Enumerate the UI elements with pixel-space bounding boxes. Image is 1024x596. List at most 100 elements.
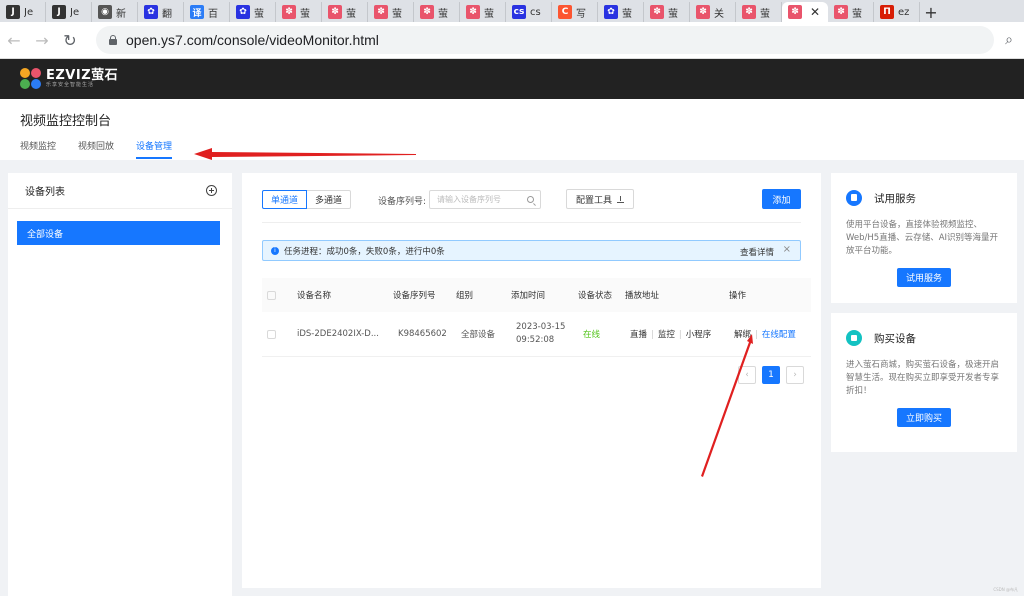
- tab-title: 新: [116, 8, 126, 20]
- browser-tab[interactable]: ✽ 关: [690, 2, 736, 22]
- tab-favicon-icon: ✽: [328, 5, 342, 19]
- browser-tab[interactable]: ✽ 萤: [276, 2, 322, 22]
- ezviz-logo[interactable]: EZVIZ萤石 乐享安全智能生活: [20, 68, 118, 90]
- forward-icon[interactable]: →: [28, 31, 56, 50]
- browser-tab[interactable]: ✽ 萤: [414, 2, 460, 22]
- back-icon[interactable]: ←: [0, 31, 28, 50]
- config-tool-button[interactable]: 配置工具: [566, 189, 634, 209]
- play-address-links: 直播 | 监控 | 小程序: [630, 330, 712, 340]
- browser-tab[interactable]: ✿ 翻: [138, 2, 184, 22]
- serial-placeholder: 请输入设备序列号: [437, 195, 501, 204]
- browser-tab[interactable]: ◉ 新: [92, 2, 138, 22]
- online-config-link[interactable]: 在线配置: [762, 330, 796, 340]
- monitor-link[interactable]: 监控: [658, 330, 675, 340]
- browser-tab[interactable]: Пez: [874, 2, 920, 22]
- browser-tab[interactable]: ✽ 萤: [736, 2, 782, 22]
- table-row: iDS-2DE2402IX-D... K98465602 全部设备 2023-0…: [262, 312, 811, 357]
- alert-text: 任务进程：成功0条，失败0条，进行中0条: [284, 246, 445, 257]
- browser-tab[interactable]: C写: [552, 2, 598, 22]
- tab-video-playback[interactable]: 视频回放: [78, 139, 114, 159]
- tab-title: 萤: [438, 8, 448, 20]
- buy-now-button[interactable]: 立即购买: [897, 408, 951, 427]
- add-group-icon[interactable]: [206, 185, 217, 196]
- tab-favicon-icon: ✽: [834, 5, 848, 19]
- brand-slogan: 乐享安全智能生活: [46, 81, 95, 88]
- url-field[interactable]: open.ys7.com/console/videoMonitor.html: [96, 26, 994, 54]
- pagination: ‹ 1 ›: [732, 366, 804, 384]
- device-name: iDS-2DE2402IX-D...: [297, 329, 379, 339]
- tab-title: 关: [714, 8, 724, 20]
- tab-device-management[interactable]: 设备管理: [136, 139, 173, 159]
- col-play-address: 播放地址: [625, 291, 660, 301]
- device-management-panel: 单通道 多通道 设备序列号: 请输入设备序列号 配置工具 添加 i 任务进程：成…: [242, 173, 821, 588]
- tab-title: 百: [208, 8, 218, 20]
- browser-tab[interactable]: ✿ 萤: [230, 2, 276, 22]
- browser-tab[interactable]: ✽ 萤: [368, 2, 414, 22]
- watermark: CSDN @布凡: [993, 587, 1018, 592]
- unbind-link[interactable]: 解绑: [734, 330, 751, 340]
- reload-icon[interactable]: ↻: [56, 31, 84, 50]
- device-added-time: 2023-03-15 09:52:08: [516, 321, 583, 347]
- serial-label: 设备序列号:: [378, 197, 427, 207]
- multi-channel-button[interactable]: 多通道: [307, 190, 352, 209]
- tab-title: 翻: [162, 8, 172, 20]
- browser-tab[interactable]: J Je: [46, 2, 92, 22]
- browser-tab[interactable]: ✽ 萤: [322, 2, 368, 22]
- tab-favicon-icon: cs: [512, 5, 526, 19]
- browser-tab[interactable]: ✽ 萤: [644, 2, 690, 22]
- view-details-link[interactable]: 查看详情: [740, 246, 774, 258]
- divider: [262, 222, 801, 223]
- search-icon[interactable]: [527, 196, 534, 203]
- tab-title: 萤: [392, 8, 402, 20]
- tab-favicon-icon: ✽: [374, 5, 388, 19]
- browser-tab[interactable]: ✿ 萤: [598, 2, 644, 22]
- page-1-button[interactable]: 1: [762, 366, 780, 384]
- mini-program-link[interactable]: 小程序: [686, 330, 712, 340]
- channel-toggle: 单通道 多通道: [262, 190, 352, 209]
- tab-title: 写: [576, 8, 586, 20]
- device-list-title: 设备列表: [25, 187, 65, 198]
- trial-service-card: 试用服务 使用平台设备，直接体验视频监控、Web/H5直播、云存储、AI识别等海…: [831, 173, 1017, 303]
- browser-tab[interactable]: ✽ 萤: [460, 2, 506, 22]
- tab-title: 萤: [346, 8, 356, 20]
- buy-device-desc: 进入萤石商城，购买萤石设备，极速开启智慧生活。现在购买立即享受开发者专享折扣！: [846, 360, 1000, 396]
- col-added-time: 添加时间: [511, 291, 546, 301]
- browser-tab[interactable]: 译百: [184, 2, 230, 22]
- single-channel-button[interactable]: 单通道: [262, 190, 308, 209]
- col-device-name: 设备名称: [297, 291, 332, 301]
- col-serial: 设备序列号: [393, 291, 436, 301]
- task-progress-alert: i 任务进程：成功0条，失败0条，进行中0条 查看详情 ×: [262, 240, 801, 261]
- browser-tab[interactable]: ✽ 萤: [828, 2, 874, 22]
- trial-service-icon: [846, 190, 862, 206]
- browser-tab[interactable]: cs cs: [506, 2, 552, 22]
- row-checkbox[interactable]: [267, 329, 276, 339]
- address-bar: ← → ↻ open.ys7.com/console/videoMonitor.…: [0, 22, 1024, 59]
- tab-favicon-icon: ✿: [604, 5, 618, 19]
- tab-favicon-icon: J: [6, 5, 20, 19]
- all-devices-item[interactable]: 全部设备: [17, 221, 220, 245]
- zoom-icon[interactable]: ⌕: [994, 32, 1024, 48]
- tab-close-icon[interactable]: ✕: [810, 5, 820, 19]
- tab-title: cs: [530, 6, 541, 18]
- prev-page-button[interactable]: ‹: [738, 366, 756, 384]
- new-tab-button[interactable]: +: [920, 2, 942, 22]
- tab-favicon-icon: ✽: [696, 5, 710, 19]
- tab-favicon-icon: ◉: [98, 5, 112, 19]
- url-text: open.ys7.com/console/videoMonitor.html: [126, 32, 379, 48]
- browser-tab[interactable]: J Je: [0, 2, 46, 22]
- tab-video-monitor[interactable]: 视频监控: [20, 139, 56, 159]
- next-page-button[interactable]: ›: [786, 366, 804, 384]
- tab-title: 萤: [852, 8, 862, 20]
- lock-icon: [108, 35, 118, 45]
- tab-favicon-icon: ✿: [144, 5, 158, 19]
- live-link[interactable]: 直播: [630, 330, 647, 340]
- tab-favicon-icon: ✽: [466, 5, 480, 19]
- tab-favicon-icon: C: [558, 5, 572, 19]
- added-date: 2023-03-15: [516, 322, 566, 332]
- browser-tab-active[interactable]: ✽ ✕: [782, 2, 828, 22]
- serial-search-input[interactable]: 请输入设备序列号: [429, 190, 541, 209]
- trial-service-button[interactable]: 试用服务: [897, 268, 951, 287]
- add-device-button[interactable]: 添加: [762, 189, 801, 209]
- close-icon[interactable]: ×: [783, 244, 791, 255]
- select-all-checkbox[interactable]: [267, 290, 276, 300]
